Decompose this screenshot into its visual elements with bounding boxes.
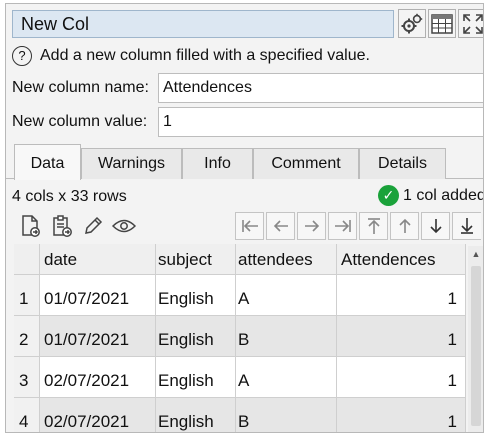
previous-column-icon[interactable] <box>266 212 295 240</box>
description-text: Add a new column filled with a specified… <box>40 47 370 64</box>
cell-date[interactable]: 01/07/2021 <box>40 316 156 357</box>
transform-title[interactable]: New Col <box>12 10 394 38</box>
cell-attendees[interactable]: B <box>236 398 337 432</box>
cell-date[interactable]: 01/07/2021 <box>40 275 156 316</box>
pencil-icon[interactable] <box>78 212 107 240</box>
next-row-icon[interactable] <box>421 212 450 240</box>
cell-attendees[interactable]: A <box>236 357 337 398</box>
help-icon[interactable]: ? <box>12 46 32 66</box>
row-number: 3 <box>14 357 40 398</box>
first-column-icon[interactable] <box>235 212 264 240</box>
row-number: 4 <box>14 398 40 432</box>
eye-icon[interactable] <box>109 212 138 240</box>
cell-attendences[interactable]: 1 <box>337 316 466 357</box>
cell-attendences[interactable]: 1 <box>337 275 466 316</box>
status-text: 1 col added <box>403 186 484 204</box>
new-column-value-label: New column value: <box>12 113 148 130</box>
row-number: 2 <box>14 316 40 357</box>
gears-icon[interactable] <box>398 9 426 38</box>
cell-attendences[interactable]: 1 <box>337 398 466 432</box>
new-column-name-label: New column name: <box>12 79 149 96</box>
column-header-attendees[interactable]: attendees <box>236 244 337 275</box>
new-column-value-input[interactable]: 1 <box>158 107 483 137</box>
copy-to-clipboard-icon[interactable] <box>47 212 76 240</box>
cell-attendees[interactable]: A <box>236 275 337 316</box>
tab-details[interactable]: Details <box>359 148 446 179</box>
cell-subject[interactable]: English <box>156 316 236 357</box>
cell-attendees[interactable]: B <box>236 316 337 357</box>
new-col-window: New Col ? Add a new column filled with a… <box>5 3 484 433</box>
column-header-attendences[interactable]: Attendences <box>337 244 466 275</box>
table-icon[interactable] <box>428 9 456 38</box>
scrollbar-thumb[interactable] <box>471 266 481 426</box>
export-icon[interactable] <box>16 212 45 240</box>
new-column-name-input[interactable]: Attendences <box>158 73 483 103</box>
expand-icon[interactable] <box>458 9 483 38</box>
tab-comment[interactable]: Comment <box>253 148 359 179</box>
tab-warnings[interactable]: Warnings <box>81 148 182 179</box>
cell-subject[interactable]: English <box>156 357 236 398</box>
column-header-subject[interactable]: subject <box>156 244 236 275</box>
check-circle-icon: ✓ <box>378 185 399 206</box>
table-dimensions: 4 cols x 33 rows <box>12 188 127 205</box>
column-header-date[interactable]: date <box>40 244 156 275</box>
tab-info[interactable]: Info <box>182 148 253 179</box>
cell-date[interactable]: 02/07/2021 <box>40 357 156 398</box>
scroll-up-arrow-icon[interactable]: ▲ <box>468 246 483 262</box>
cell-date[interactable]: 02/07/2021 <box>40 398 156 432</box>
cell-subject[interactable]: English <box>156 275 236 316</box>
description: ? Add a new column filled with a specifi… <box>12 44 370 68</box>
first-row-icon[interactable] <box>359 212 388 240</box>
cell-attendences[interactable]: 1 <box>337 357 466 398</box>
tab-data[interactable]: Data <box>14 144 81 180</box>
status-message: ✓ 1 col added <box>378 185 484 206</box>
last-column-icon[interactable] <box>328 212 357 240</box>
corner-cell <box>14 244 40 275</box>
last-row-icon[interactable] <box>452 212 481 240</box>
cell-subject[interactable]: English <box>156 398 236 432</box>
next-column-icon[interactable] <box>297 212 326 240</box>
previous-row-icon[interactable] <box>390 212 419 240</box>
row-number: 1 <box>14 275 40 316</box>
